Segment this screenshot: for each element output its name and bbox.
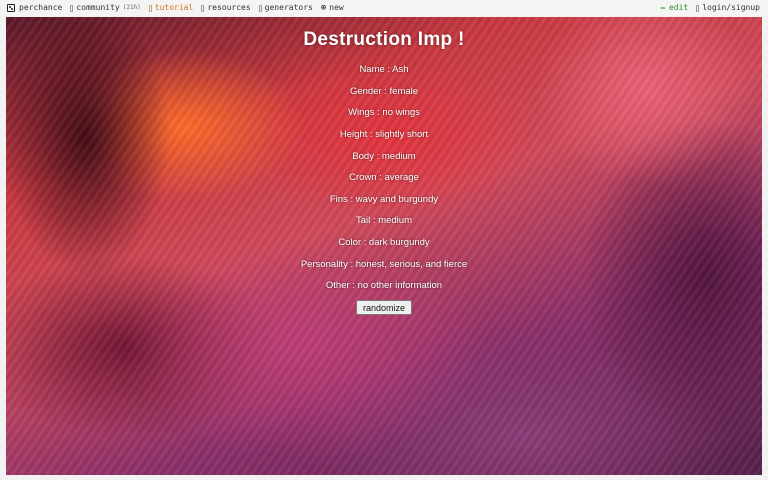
generator-title: Destruction Imp ! (303, 29, 465, 50)
randomize-button[interactable]: randomize (356, 300, 412, 315)
nav-tutorial-link[interactable]: tutorial (148, 0, 194, 16)
nav-login-link[interactable]: login/signup (696, 0, 760, 16)
generator-frame: Destruction Imp ! Name : Ash Gender : fe… (6, 17, 762, 475)
attribute-body: Body : medium (352, 151, 416, 162)
community-icon (70, 4, 74, 12)
nav-generators-label: generators (264, 3, 313, 12)
attribute-tail: Tail : medium (356, 215, 412, 226)
nav-new-label: new (329, 3, 344, 12)
nav-left-group: perchance community (21h) tutorial resou… (7, 0, 352, 16)
attribute-other: Other : no other information (325, 280, 443, 291)
nav-generators-link[interactable]: generators (258, 0, 313, 16)
nav-login-label: login/signup (702, 3, 760, 12)
nav-resources-label: resources (207, 3, 251, 12)
nav-tutorial-label: tutorial (154, 3, 194, 12)
nav-community-label: community (76, 3, 120, 12)
dice-icon (7, 4, 15, 12)
nav-perchance-label: perchance (19, 3, 63, 12)
attribute-crown: Crown : average (349, 172, 419, 183)
plus-circle-icon: ⊕ (320, 3, 327, 13)
nav-right-group: ✏ edit login/signup (661, 0, 760, 16)
attribute-gender: Gender : female (349, 86, 419, 97)
attribute-height: Height : slightly short (339, 129, 429, 140)
nav-new-link[interactable]: ⊕ new (321, 0, 344, 16)
pencil-icon: ✏ (660, 3, 666, 13)
attribute-wings: Wings : no wings (348, 107, 420, 118)
top-nav-bar: perchance community (21h) tutorial resou… (0, 0, 768, 16)
community-count: (21h) (122, 4, 141, 11)
nav-edit-link[interactable]: ✏ edit (661, 0, 689, 16)
nav-perchance-link[interactable]: perchance (7, 0, 62, 16)
nav-resources-link[interactable]: resources (201, 0, 251, 16)
attribute-fins: Fins : wavy and burgundy (329, 194, 439, 205)
generators-icon (258, 4, 262, 12)
attribute-name: Name : Ash (359, 64, 409, 75)
tutorial-icon (148, 4, 152, 12)
resources-icon (201, 4, 205, 12)
nav-edit-label: edit (668, 3, 689, 12)
attribute-color: Color : dark burgundy (338, 237, 430, 248)
nav-community-link[interactable]: community (21h) (70, 0, 141, 16)
login-icon (696, 4, 700, 12)
attribute-personality: Personality : honest, serious, and fierc… (300, 259, 468, 270)
